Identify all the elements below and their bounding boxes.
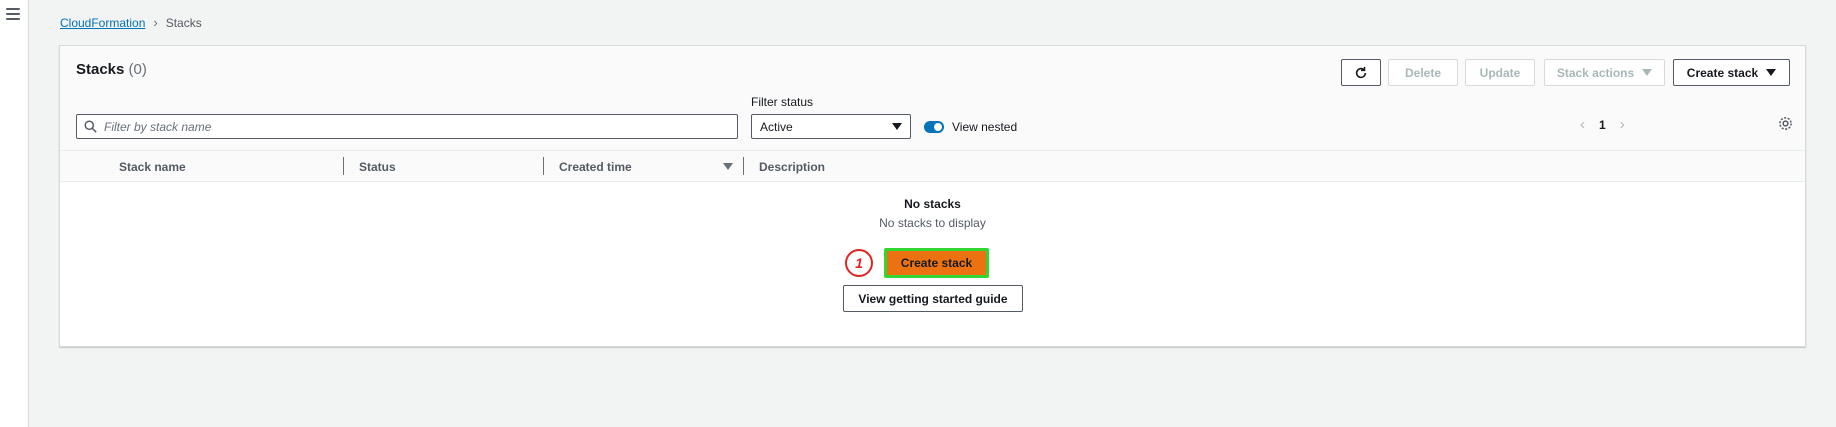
view-nested-toggle[interactable] (924, 121, 944, 133)
empty-state-title: No stacks (904, 197, 961, 211)
stack-actions-button[interactable]: Stack actions (1544, 59, 1665, 86)
left-rail (0, 0, 29, 427)
caret-down-icon (1766, 69, 1777, 76)
filter-status-select[interactable]: Active (751, 114, 911, 139)
create-stack-dropdown-button[interactable]: Create stack (1673, 59, 1790, 86)
column-header-status[interactable]: Status (359, 160, 396, 174)
chevron-right-icon[interactable]: › (1620, 116, 1625, 133)
update-button[interactable]: Update (1465, 59, 1535, 86)
create-stack-button[interactable]: Create stack (884, 248, 989, 278)
view-nested-label: View nested (952, 120, 1018, 134)
refresh-icon (1355, 66, 1367, 78)
breadcrumb-cloudformation-link[interactable]: CloudFormation (60, 16, 145, 30)
empty-state-description: No stacks to display (879, 216, 986, 230)
pagination: ‹ 1 › (1580, 116, 1625, 133)
stacks-panel: Stacks (0) Delete Update Stack actions C… (59, 45, 1806, 347)
page-title: Stacks (0) (76, 61, 147, 78)
refresh-button[interactable] (1341, 59, 1381, 86)
chevron-left-icon[interactable]: ‹ (1580, 116, 1585, 133)
search-input[interactable] (104, 119, 737, 134)
column-header-stack-name[interactable]: Stack name (119, 160, 186, 174)
caret-down-icon (892, 123, 902, 130)
search-field[interactable] (76, 114, 738, 139)
column-header-description[interactable]: Description (759, 160, 825, 174)
column-divider[interactable] (543, 157, 544, 175)
create-stack-label: Create stack (1686, 65, 1759, 80)
step-marker: 1 (845, 249, 873, 277)
panel-header: Stacks (0) Delete Update Stack actions C… (60, 46, 1805, 151)
stack-count: (0) (128, 61, 147, 78)
panel-title-text: Stacks (76, 61, 125, 78)
table-header: Stack name Status Created time Descripti… (60, 151, 1805, 182)
chevron-right-icon: › (153, 15, 158, 30)
menu-icon[interactable] (6, 8, 20, 22)
getting-started-guide-button[interactable]: View getting started guide (843, 285, 1023, 312)
gear-icon[interactable] (1778, 116, 1793, 131)
page-number[interactable]: 1 (1599, 118, 1606, 132)
caret-down-icon (1642, 69, 1653, 76)
filter-status-value: Active (760, 119, 793, 134)
stack-actions-label: Stack actions (1556, 65, 1635, 80)
column-divider[interactable] (743, 157, 744, 175)
column-header-created-time[interactable]: Created time (559, 160, 632, 174)
breadcrumb-current: Stacks (165, 15, 202, 30)
column-divider[interactable] (343, 157, 344, 175)
search-icon (84, 120, 97, 133)
delete-button[interactable]: Delete (1388, 59, 1458, 86)
filter-status-label: Filter status (751, 95, 814, 109)
sort-descending-icon[interactable] (723, 163, 733, 170)
view-nested-toggle-group: View nested (924, 120, 1017, 134)
breadcrumb: CloudFormation › Stacks (60, 15, 202, 30)
